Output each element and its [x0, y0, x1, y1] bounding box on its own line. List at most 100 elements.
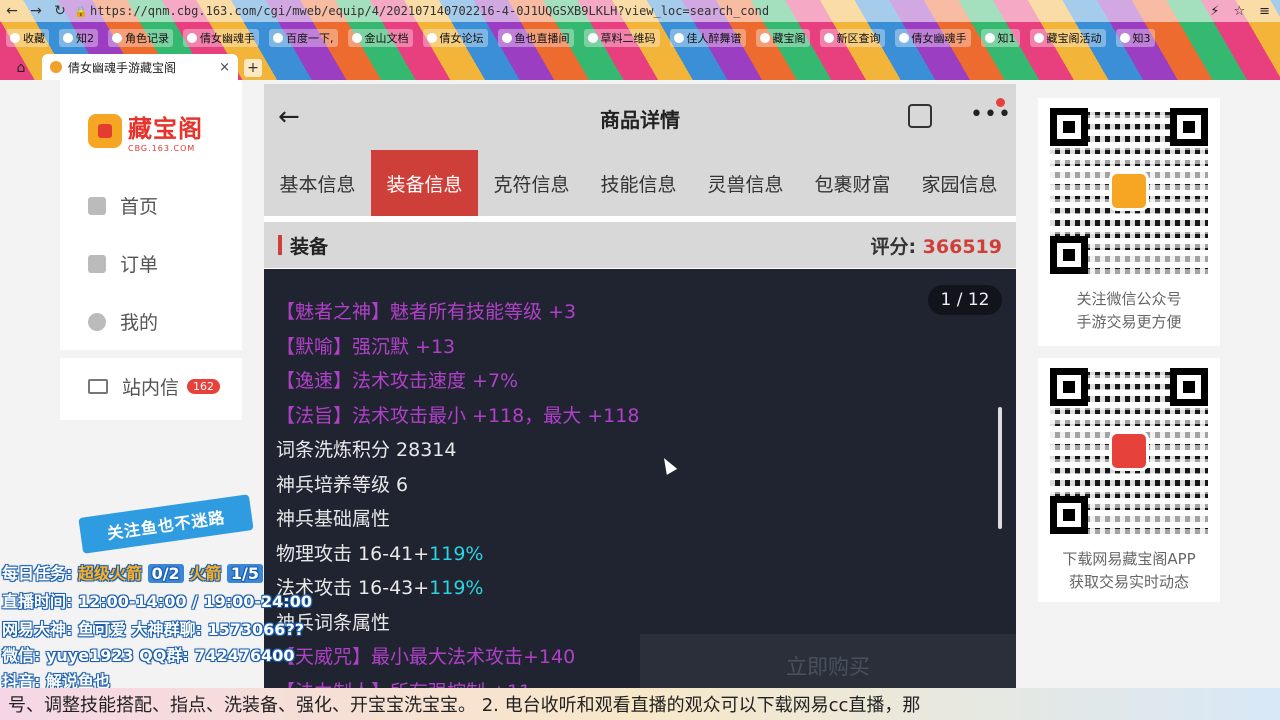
page-title: 商品详情 [600, 108, 680, 132]
bookmark-item[interactable]: 倩女幽魂手 [894, 29, 971, 47]
tab-title: 倩女幽魂手游藏宝阁 [68, 60, 177, 75]
attribute-text: 【魅者之神】魅者所有技能等级 +3 [276, 301, 577, 323]
product-detail-panel: ← 商品详情 ••• 基本信息 装备信息 克符信息 技能信息 灵兽信息 包裹财富 家园信息 … [264, 84, 1016, 700]
order-icon [88, 254, 106, 273]
bookmark-label: 知1 [997, 32, 1016, 45]
browser-actions: ⚡ ☆ ≡ [1210, 4, 1280, 19]
bookmark-item[interactable]: 倩女论坛 [422, 29, 488, 47]
task-item-2: 火箭 [189, 564, 222, 583]
bookmark-item[interactable]: 新区查询 [819, 29, 885, 47]
tab-4[interactable]: 灵兽信息 [692, 150, 799, 216]
tab-strip: ⌂ 倩女幽魂手游藏宝阁 × + [0, 54, 1280, 80]
home-icon [88, 196, 106, 215]
url-text[interactable]: https://qnm.cbg.163.com/cgi/mweb/equip/4… [90, 4, 769, 18]
more-icon[interactable]: ••• [970, 102, 1012, 127]
bookmark-favicon-icon [759, 33, 770, 43]
attribute-text: 【默喻】强沉默 +13 [276, 335, 456, 358]
bookmark-favicon-icon [501, 33, 512, 43]
bookmark-label: 新区查询 [836, 32, 881, 45]
attribute-text: 【天威咒】最小最大法术攻击+140 [276, 646, 576, 668]
tab-6[interactable]: 家园信息 [906, 150, 1013, 216]
tab-0[interactable]: 基本信息 [264, 150, 371, 216]
bookmark-favicon-icon [673, 33, 684, 43]
reload-icon[interactable]: ↻ [48, 3, 72, 19]
attribute-bonus: 119% [429, 542, 484, 565]
attribute-line: 神兵培养等级 6 [276, 470, 408, 497]
attribute-line: 【法旨】法术攻击最小 +118，最大 +118 [276, 401, 639, 428]
sidebar-item-mine[interactable]: 我的 [88, 308, 158, 335]
bookmark-item[interactable]: 草料二维码 [583, 29, 660, 47]
wechat-qr-card: 关注微信公众号 手游交易更方便 [1038, 98, 1220, 346]
menu-icon[interactable]: ≡ [1259, 4, 1270, 19]
home-icon[interactable]: ⌂ [0, 56, 42, 80]
attribute-text: 【法旨】法术攻击最小 +118，最大 +118 [276, 404, 640, 427]
attribute-line: 【默喻】强沉默 +13 [276, 332, 455, 359]
task-progress-2: 1/5 [226, 564, 263, 583]
tab-5[interactable]: 包裹财富 [799, 150, 906, 216]
bookmark-item[interactable]: 鱼也直播间 [497, 29, 574, 47]
scrollbar[interactable] [998, 407, 1002, 529]
app-qr-card: 下载网易藏宝阁APP 获取交易实时动态 [1038, 358, 1220, 602]
cbg-app-icon [1109, 431, 1149, 471]
app-caption-line2: 获取交易实时动态 [1068, 573, 1189, 591]
daily-task-line: 每日任务: 超级火箭 0/2 火箭 1/5 [2, 560, 263, 584]
tab-3[interactable]: 技能信息 [585, 150, 692, 216]
back-nav-icon[interactable]: ← [0, 3, 24, 19]
panel-header: ← 商品详情 ••• [264, 84, 1016, 150]
bookmark-item[interactable]: 角色记录 [108, 29, 173, 47]
app-caption-line1: 下载网易藏宝阁APP [1062, 550, 1196, 568]
new-tab-button[interactable]: + [244, 59, 262, 77]
bookmark-label: 佳人醉舞谱 [686, 32, 742, 45]
share-icon[interactable] [908, 104, 932, 128]
cbg-logo[interactable]: 藏宝阁 CBG.163.COM [88, 106, 218, 156]
sidebar-item-messages[interactable]: 站内信 162 [88, 373, 221, 400]
bookmark-item[interactable]: 倩女幽魂手 [183, 29, 259, 47]
extension-icon[interactable]: ⚡ [1210, 4, 1219, 19]
logo-text: 藏宝阁 CBG.163.COM [128, 109, 203, 153]
bookmark-item[interactable]: 藏宝阁活动 [1029, 29, 1106, 47]
star-icon[interactable]: ☆ [1233, 4, 1245, 19]
bookmark-item[interactable]: 知1 [980, 29, 1020, 47]
bookmark-item[interactable]: 佳人醉舞谱 [669, 29, 746, 47]
score-label: 评分: [870, 235, 917, 258]
score: 评分: 366519 [870, 232, 1002, 259]
address-bar[interactable]: ← → ↻ 🔒 https://qnm.cbg.163.com/cgi/mweb… [0, 0, 1280, 22]
bookmark-item[interactable]: 百度一下, [269, 29, 338, 47]
attribute-text: 神兵基础属性 [276, 508, 391, 530]
section-header: 装备 评分: 366519 [264, 222, 1016, 268]
bookmark-favicon-icon [112, 33, 122, 43]
qr-corner [1170, 368, 1208, 406]
task-item-1: 超级火箭 [77, 564, 142, 583]
bookmark-label: 知2 [76, 32, 94, 45]
qr-corner [1050, 108, 1088, 146]
scrolling-ticker: 号、调整技能搭配、指点、洗装备、强化、开宝宝洗宝宝。 2. 电台收听和观看直播的… [0, 688, 1280, 720]
equipment-detail[interactable]: 【魅者之神】魅者所有技能等级 +3 【默喻】强沉默 +13 【逸速】法术攻击速度 +… [264, 269, 1016, 700]
attribute-line: 【逸速】法术攻击速度 +7% [276, 366, 518, 393]
sidebar-item-home[interactable]: 首页 [88, 192, 158, 219]
attribute-text: 物理攻击 16-41+ [276, 542, 430, 565]
user-icon [88, 312, 106, 331]
bookmark-label: 收藏 [23, 32, 45, 45]
forward-nav-icon[interactable]: → [24, 3, 48, 19]
sidebar-item-label: 首页 [120, 196, 159, 218]
sidebar-item-label: 我的 [120, 312, 159, 334]
bookmark-favicon-icon [63, 33, 73, 43]
cbg-logo-icon [1109, 171, 1149, 211]
bookmark-label: 角色记录 [125, 32, 169, 45]
bookmark-item[interactable]: 知3 [1115, 29, 1155, 47]
bookmark-item[interactable]: 藏宝阁 [755, 29, 810, 47]
close-tab-icon[interactable]: × [219, 60, 230, 75]
image-pager: 1 / 12 [928, 285, 1002, 315]
section-title: 装备 [290, 235, 329, 258]
tab-1[interactable]: 装备信息 [371, 150, 478, 216]
qr-caption: 下载网易藏宝阁APP 获取交易实时动态 [1038, 548, 1220, 594]
sidebar-item-orders[interactable]: 订单 [88, 250, 158, 277]
mail-icon [88, 379, 108, 394]
bookmark-favicon-icon [1119, 33, 1130, 43]
bookmark-item[interactable]: 知2 [59, 29, 98, 47]
bookmark-favicon-icon [984, 33, 995, 43]
bookmark-item[interactable]: 金山文档 [347, 29, 413, 47]
bookmark-item[interactable]: 收藏 [6, 29, 49, 47]
tab-2[interactable]: 克符信息 [478, 150, 585, 216]
browser-tab[interactable]: 倩女幽魂手游藏宝阁 × [42, 54, 238, 80]
